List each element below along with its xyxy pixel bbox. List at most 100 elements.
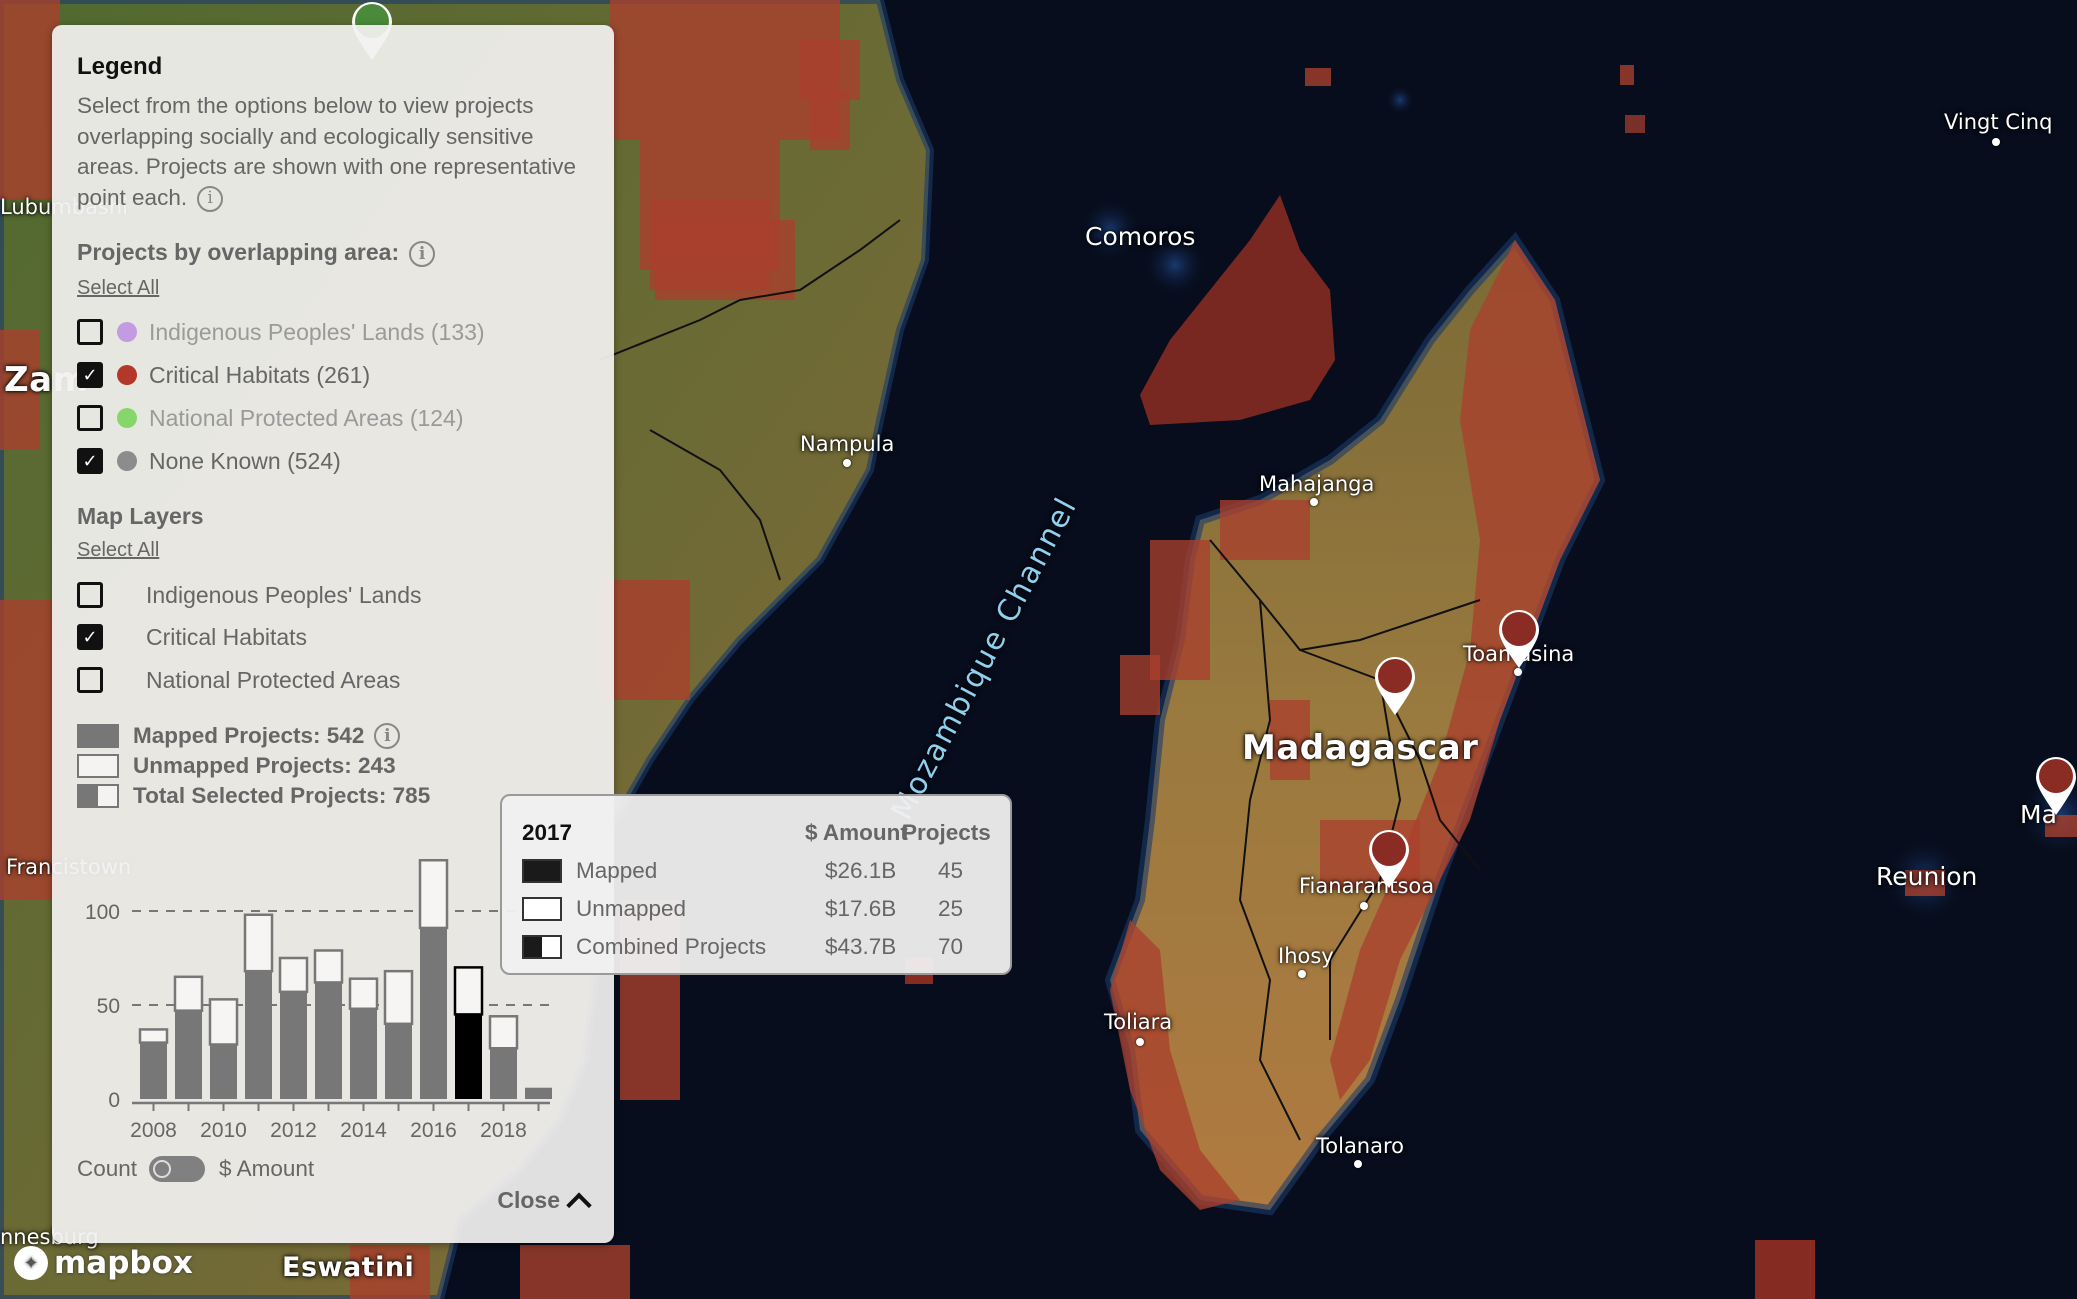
year-tooltip: 2017 $ Amount Projects Mapped $26.1B 45 … <box>500 794 1012 975</box>
tooltip-row-combined: Combined Projects $43.7B 70 <box>522 930 994 964</box>
mapped-swatch <box>522 859 562 883</box>
info-icon[interactable]: i <box>197 185 224 212</box>
overlap-select-all-link[interactable]: Select All <box>77 277 159 300</box>
project-marker[interactable] <box>1367 828 1411 890</box>
y-tick-label: 0 <box>108 1089 120 1112</box>
bar-unmapped-2011 <box>243 913 274 973</box>
filter-label: Indigenous Peoples' Lands (133) <box>149 318 485 345</box>
overlap-filter-protected-areas[interactable]: National Protected Areas (124) <box>77 401 464 435</box>
bar-mapped-2013 <box>315 982 342 1099</box>
bar-unmapped-2010 <box>208 998 239 1046</box>
tooltip-row-unmapped: Unmapped $17.6B 25 <box>522 892 994 926</box>
bar-unmapped-2008 <box>138 1028 169 1044</box>
filter-label: None Known (524) <box>149 447 341 474</box>
toggle-right-label: $ Amount <box>219 1156 315 1181</box>
overlap-filter-none-known[interactable]: ✓ None Known (524) <box>77 444 341 478</box>
label-madagascar: Madagascar <box>1242 728 1479 768</box>
tooltip-year: 2017 <box>522 820 573 845</box>
bar-mapped-2018 <box>490 1048 517 1099</box>
tooltip-row-label: Combined Projects <box>576 934 767 959</box>
checkbox[interactable] <box>77 667 103 693</box>
info-icon[interactable]: i <box>374 723 401 749</box>
project-marker[interactable] <box>1497 608 1541 670</box>
bar-unmapped-2012 <box>278 956 309 994</box>
label-mahajanga: Mahajanga <box>1259 472 1375 496</box>
overlap-section-heading: Projects by overlapping area: i <box>77 239 436 267</box>
legend-description: Select from the options below to view pr… <box>77 91 597 213</box>
label-ihosy: Ihosy <box>1278 944 1334 968</box>
bar-mapped-2011 <box>245 971 272 1099</box>
bar-unmapped-2013 <box>313 949 344 984</box>
info-icon[interactable]: i <box>409 240 436 267</box>
checkbox[interactable] <box>77 582 103 608</box>
x-tick-label: 2018 <box>480 1119 527 1142</box>
layer-toggle-protected-areas[interactable]: National Protected Areas <box>77 663 400 697</box>
unmapped-swatch <box>522 897 562 921</box>
tooltip-row-label: Unmapped <box>576 896 687 921</box>
legend-description-text: Select from the options below to view pr… <box>77 93 577 210</box>
unmapped-projects-text: Unmapped Projects: 243 <box>133 753 396 778</box>
label-comoros: Comoros <box>1085 222 1196 251</box>
tooltip-amount: $43.7B <box>825 934 897 959</box>
layer-toggle-critical-habitats[interactable]: ✓ Critical Habitats <box>77 620 307 654</box>
legend-panel: Legend Select from the options below to … <box>52 25 614 1243</box>
overlap-heading-text: Projects by overlapping area: <box>77 239 400 265</box>
overlap-filter-indigenous[interactable]: Indigenous Peoples' Lands (133) <box>77 315 485 349</box>
tooltip-header-row: 2017 $ Amount Projects <box>522 816 994 850</box>
combined-swatch <box>522 935 562 959</box>
layer-toggle-indigenous[interactable]: Indigenous Peoples' Lands <box>77 578 422 612</box>
city-dot-mahajanga <box>1310 498 1318 506</box>
checkbox-checked[interactable]: ✓ <box>77 448 103 474</box>
bar-mapped-2008 <box>140 1042 167 1099</box>
bar-mapped-2014 <box>350 1008 377 1099</box>
bar-mapped-2015 <box>385 1023 412 1099</box>
count-amount-toggle[interactable] <box>149 1156 206 1182</box>
x-tick-label: 2016 <box>410 1119 457 1142</box>
bar-unmapped-2009 <box>173 975 204 1012</box>
mapbox-logo[interactable]: ✦ mapbox <box>14 1245 193 1281</box>
x-tick-label: 2012 <box>270 1119 317 1142</box>
toggle-left-label: Count <box>77 1156 138 1181</box>
bar-mapped-2010 <box>210 1044 237 1099</box>
unmapped-projects-stat: Unmapped Projects: 243 <box>77 752 396 780</box>
mapped-swatch <box>77 724 119 748</box>
tooltip-amount: $26.1B <box>825 858 897 883</box>
project-marker[interactable] <box>2034 755 2077 817</box>
bar-unmapped-2018 <box>488 1015 519 1050</box>
total-swatch <box>77 784 119 808</box>
color-dot-gray <box>117 451 137 471</box>
bar-mapped-2009 <box>175 1010 202 1099</box>
bar-unmapped-2014 <box>348 977 379 1011</box>
filter-label: Critical Habitats (261) <box>149 361 371 388</box>
layers-select-all-link[interactable]: Select All <box>77 539 159 562</box>
city-dot-tolanaro <box>1354 1160 1362 1168</box>
checkbox[interactable] <box>77 319 103 345</box>
count-amount-toggle-row: Count $ Amount <box>77 1156 314 1182</box>
color-dot-red <box>117 365 137 385</box>
x-tick-label: 2010 <box>200 1119 247 1142</box>
layer-label: Indigenous Peoples' Lands <box>146 581 422 608</box>
y-tick-label: 100 <box>85 901 120 924</box>
layer-label: National Protected Areas <box>146 666 401 693</box>
overlap-filter-critical-habitats[interactable]: ✓ Critical Habitats (261) <box>77 358 370 392</box>
x-tick-label: 2008 <box>130 1119 177 1142</box>
label-nampula: Nampula <box>800 432 895 456</box>
city-dot-vingt-cinq <box>1992 138 2000 146</box>
label-eswatini: Eswatini <box>282 1252 415 1283</box>
map-layers-heading: Map Layers <box>77 503 204 529</box>
tooltip-col-projects: Projects <box>902 820 991 845</box>
city-dot-toliara <box>1136 1038 1144 1046</box>
color-dot-purple <box>117 322 137 342</box>
total-projects-text: Total Selected Projects: 785 <box>133 783 431 808</box>
city-dot-ihosy <box>1298 970 1306 978</box>
checkbox-checked[interactable]: ✓ <box>77 362 103 388</box>
bar-unmapped-2016 <box>418 858 449 930</box>
mapped-projects-text: Mapped Projects: 542 <box>133 723 365 748</box>
city-dot-nampula <box>843 459 851 467</box>
project-marker[interactable] <box>1373 655 1417 717</box>
mapbox-wordmark: mapbox <box>54 1245 193 1281</box>
bar-mapped-2017 <box>455 1014 482 1099</box>
checkbox[interactable] <box>77 405 103 431</box>
checkbox-checked[interactable]: ✓ <box>77 624 103 650</box>
close-legend-button[interactable]: Close <box>497 1187 592 1218</box>
